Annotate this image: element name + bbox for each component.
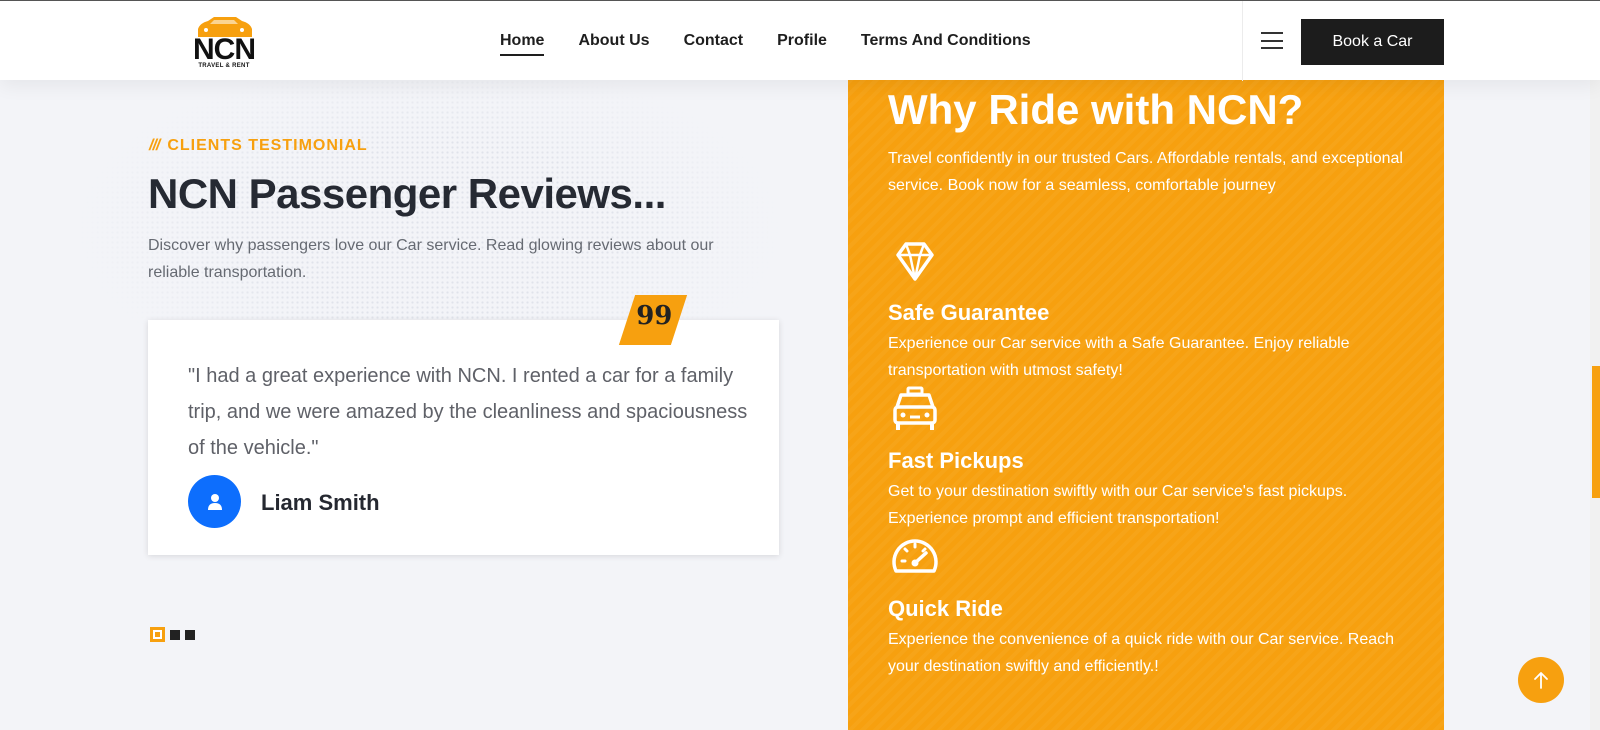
back-to-top-button[interactable]	[1518, 657, 1564, 703]
feature-quick-ride: Quick Ride Experience the convenience of…	[888, 531, 1408, 680]
testimonial-card: "I had a great experience with NCN. I re…	[148, 320, 779, 555]
logo[interactable]: NCN TRAVEL & RENT	[184, 13, 264, 71]
feature-title: Fast Pickups	[888, 448, 1024, 473]
carousel-dot-3[interactable]	[185, 629, 195, 640]
logo-tagline: TRAVEL & RENT	[198, 63, 250, 69]
nav-about-us[interactable]: About Us	[578, 32, 649, 56]
section-description: Discover why passengers love our Car ser…	[148, 237, 714, 281]
why-description: Travel confidently in our trusted Cars. …	[888, 150, 1403, 194]
nav-terms[interactable]: Terms And Conditions	[861, 32, 1031, 56]
nav-home[interactable]: Home	[500, 32, 545, 56]
carousel-dot-1[interactable]	[150, 627, 165, 642]
speedometer-icon	[892, 539, 938, 573]
diamond-icon	[896, 242, 934, 281]
section-eyebrow: /// CLIENTS TESTIMONIAL	[149, 137, 368, 155]
arrow-up-icon	[1534, 672, 1548, 689]
feature-text: Experience the convenience of a quick ri…	[888, 631, 1395, 675]
feature-safe-guarantee: Safe Guarantee Experience our Car servic…	[888, 235, 1408, 384]
user-icon	[207, 493, 222, 510]
nav-contact[interactable]: Contact	[684, 32, 744, 56]
section-title: NCN Passenger Reviews...	[148, 170, 666, 217]
why-title: Why Ride with NCN?	[888, 86, 1304, 133]
scrollbar-thumb[interactable]	[1592, 366, 1600, 498]
site-header: NCN TRAVEL & RENT Home About Us Contact …	[0, 0, 1600, 81]
main-nav: Home About Us Contact Profile Terms And …	[500, 32, 1031, 56]
eyebrow-label: CLIENTS TESTIMONIAL	[167, 137, 368, 154]
feature-text: Get to your destination swiftly with our…	[888, 483, 1348, 527]
taxi-icon	[893, 386, 937, 430]
logo-wordmark: NCN	[193, 33, 256, 66]
eyebrow-slashes: ///	[149, 137, 160, 154]
feature-title: Quick Ride	[888, 596, 1003, 621]
reviewer-name: Liam Smith	[261, 490, 380, 515]
feature-text: Experience our Car service with a Safe G…	[888, 335, 1350, 379]
carousel-dot-2[interactable]	[170, 629, 180, 640]
book-car-button[interactable]: Book a Car	[1301, 19, 1444, 65]
header-divider	[1242, 1, 1243, 81]
feature-fast-pickups: Fast Pickups Get to your destination swi…	[888, 383, 1408, 532]
avatar	[188, 475, 241, 528]
menu-icon[interactable]	[1261, 32, 1283, 49]
carousel-dots	[150, 627, 195, 642]
review-text: "I had a great experience with NCN. I re…	[188, 365, 748, 459]
why-ride-panel: Why Ride with NCN? Travel confidently in…	[848, 80, 1444, 730]
scrollbar-track[interactable]	[1590, 0, 1600, 730]
nav-profile[interactable]: Profile	[777, 32, 827, 56]
feature-title: Safe Guarantee	[888, 300, 1050, 325]
